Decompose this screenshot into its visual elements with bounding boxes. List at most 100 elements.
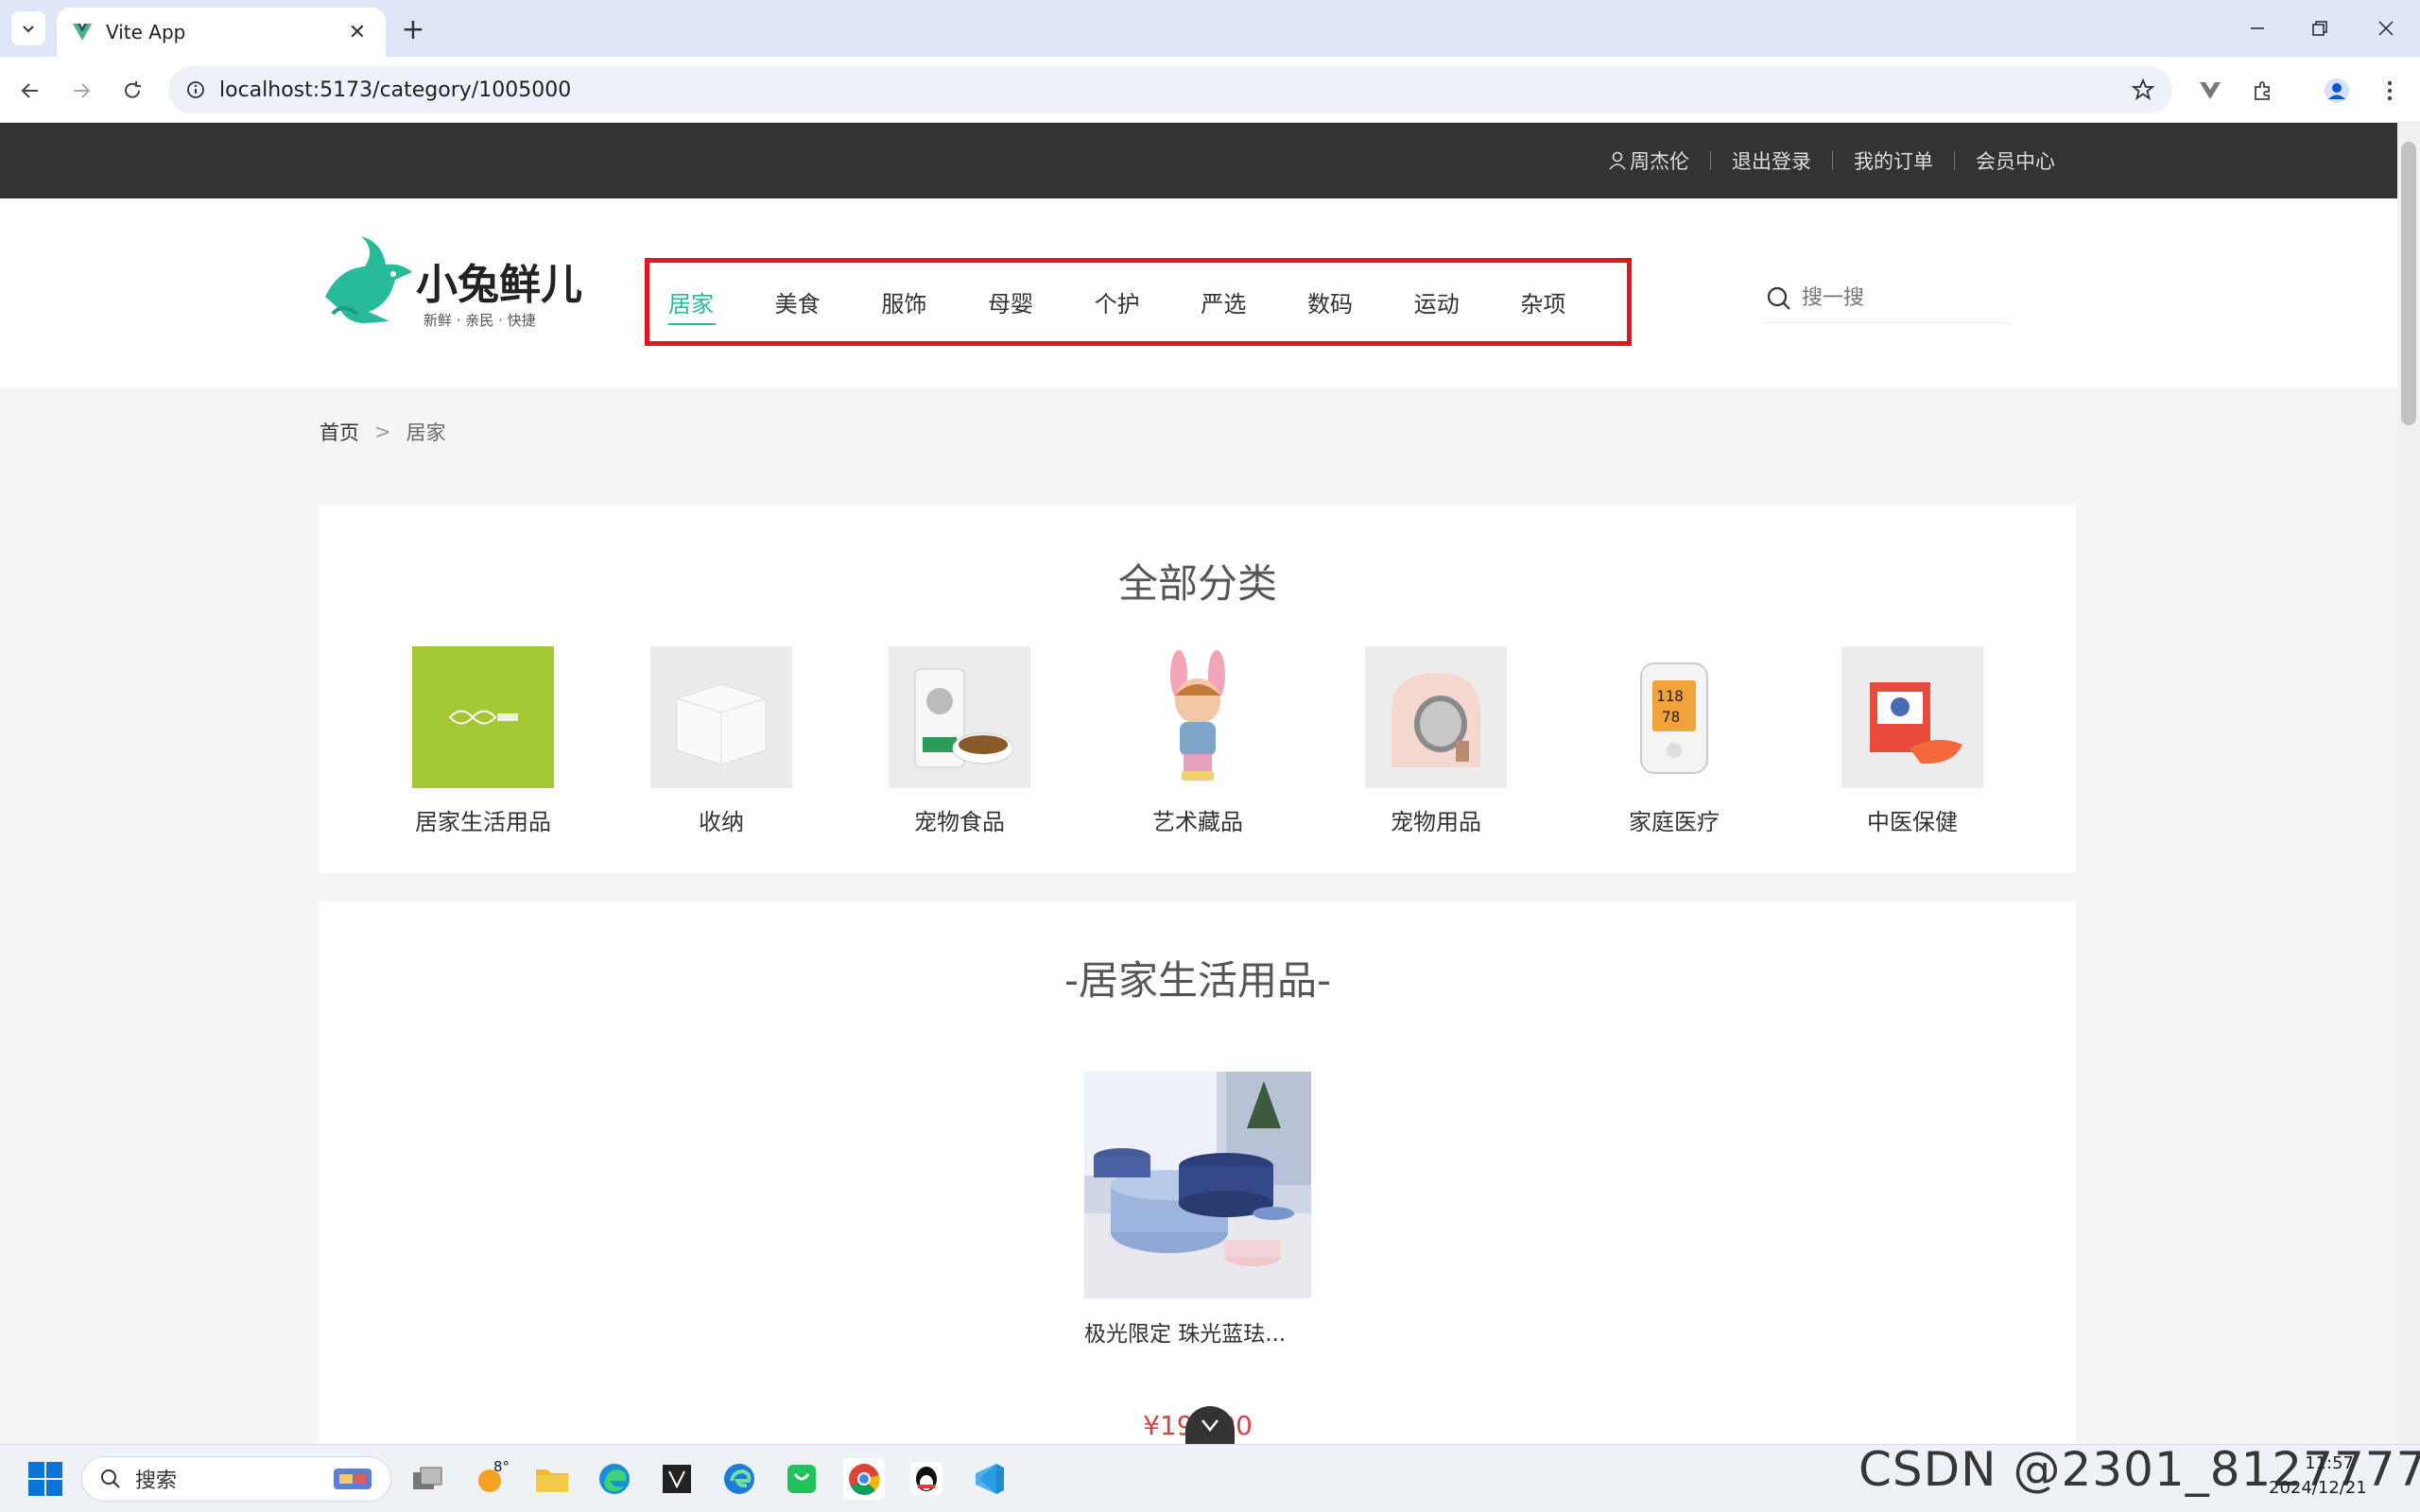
arrow-right-icon (74, 83, 91, 98)
browser-tab[interactable]: Vite App ✕ (57, 8, 386, 57)
site-search (1766, 274, 2008, 323)
category-label: 收纳 (699, 809, 744, 835)
ide-icon (663, 1465, 691, 1493)
my-orders-link[interactable]: 我的订单 (1833, 146, 1954, 175)
new-tab-button[interactable]: + (397, 13, 429, 46)
category-item[interactable]: 宠物用品 (1365, 646, 1603, 836)
taskbar-search[interactable]: 搜索 (81, 1456, 391, 1502)
windows-logo-icon (28, 1462, 62, 1496)
tab-search-button[interactable] (11, 11, 45, 45)
category-thumbnail (1365, 646, 1507, 788)
edge-icon (599, 1464, 630, 1494)
category-label: 居家生活用品 (415, 809, 551, 835)
nav-item-apparel[interactable]: 服饰 (881, 285, 988, 318)
subcategory-title: -居家生活用品- (1063, 957, 1332, 1004)
task-view-button[interactable] (406, 1458, 448, 1500)
site-header: 小兔鲜儿 新鲜 · 亲民 · 快捷 居家 美食 服饰 母婴 个护 严选 数码 运… (0, 198, 2397, 387)
category-item[interactable]: 宠物食品 (889, 646, 1127, 836)
rabbit-logo-icon: 小兔鲜儿 新鲜 · 亲民 · 快捷 (325, 236, 582, 329)
file-explorer-app[interactable] (531, 1458, 573, 1500)
bookmark-star-icon[interactable] (2131, 77, 2155, 102)
minimize-button[interactable] (2235, 9, 2280, 47)
logo-subtitle: 新鲜 · 亲民 · 快捷 (424, 312, 536, 329)
tab-close-button[interactable]: ✕ (344, 19, 371, 45)
category-item[interactable]: 收纳 (650, 646, 889, 836)
vscode-icon (976, 1464, 1004, 1494)
nav-item-sports[interactable]: 运动 (1414, 285, 1521, 318)
profile-button[interactable] (2318, 72, 2356, 110)
page-scrollbar[interactable] (2397, 123, 2420, 1444)
qq-app[interactable] (906, 1458, 947, 1500)
vue-devtools-icon (2200, 82, 2221, 99)
breadcrumb-home[interactable]: 首页 (320, 418, 359, 446)
category-label: 中医保健 (1867, 809, 1958, 835)
category-item[interactable]: 艺术藏品 (1127, 646, 1365, 836)
vscode-app[interactable] (968, 1458, 1010, 1500)
ide-app[interactable] (656, 1458, 698, 1500)
vue-devtools-extension[interactable] (2191, 72, 2229, 110)
arrow-left-icon (21, 83, 38, 98)
breadcrumb-separator: > (374, 421, 391, 443)
category-item[interactable]: 居家生活用品 (412, 646, 650, 836)
nav-item-digital[interactable]: 数码 (1307, 285, 1414, 318)
search-icon (101, 1469, 120, 1488)
extensions-button[interactable] (2244, 72, 2282, 110)
subcategory-panel: -居家生活用品- 极光限定 珠光蓝珐... (320, 902, 2076, 1444)
shopping-app[interactable] (781, 1458, 822, 1500)
category-item[interactable]: 中医保健 (1841, 646, 2080, 836)
taskbar-search-label: 搜索 (135, 1469, 178, 1493)
goods-thumbnail (1084, 1072, 1311, 1298)
art-figurine-image (1127, 646, 1269, 788)
kebab-menu-icon (2387, 80, 2393, 101)
nav-item-misc[interactable]: 杂项 (1520, 285, 1627, 318)
category-label: 宠物食品 (914, 809, 1005, 835)
breadcrumb-current: 居家 (406, 421, 446, 444)
clock-date: 2024/12/21 (2269, 1478, 2367, 1498)
nav-item-personal-care[interactable]: 个护 (1095, 285, 1201, 318)
goods-card[interactable]: 极光限定 珠光蓝珐... ¥199.00 (1084, 1072, 1311, 1441)
search-icon (1767, 286, 1790, 310)
category-item[interactable]: 118 78 家庭医疗 (1603, 646, 1841, 836)
user-icon (1609, 151, 1626, 170)
back-button[interactable] (11, 72, 49, 110)
logout-link[interactable]: 退出登录 (1711, 146, 1832, 175)
site-logo[interactable]: 小兔鲜儿 新鲜 · 亲民 · 快捷 (320, 231, 603, 335)
info-icon[interactable] (185, 79, 206, 100)
nav-item-food[interactable]: 美食 (775, 285, 882, 318)
nav-item-home[interactable]: 居家 (668, 285, 775, 325)
pet-supplies-image (1365, 646, 1507, 788)
browser-toolbar: localhost:5173/category/1005000 (0, 57, 2420, 123)
restore-button[interactable] (2297, 9, 2342, 47)
breadcrumb: 首页 > 居家 (320, 418, 446, 446)
nav-item-selection[interactable]: 严选 (1201, 285, 1307, 318)
reload-button[interactable] (113, 72, 151, 110)
address-bar[interactable]: localhost:5173/category/1005000 (168, 66, 2172, 113)
avatar-icon (2325, 78, 2349, 103)
start-button[interactable] (26, 1460, 64, 1498)
chrome-icon (849, 1464, 880, 1495)
category-thumbnail (650, 646, 792, 788)
search-input[interactable] (1802, 286, 1991, 310)
tab-title: Vite App (106, 21, 186, 43)
edge-app[interactable] (594, 1458, 635, 1500)
task-view-icon (413, 1467, 442, 1489)
category-nav: 居家 美食 服饰 母婴 个护 严选 数码 运动 杂项 (645, 258, 1632, 346)
browser-menu-button[interactable] (2371, 72, 2409, 110)
url-text[interactable]: localhost:5173/category/1005000 (219, 78, 2131, 102)
logo-title: 小兔鲜儿 (416, 261, 582, 309)
pet-food-image (889, 646, 1030, 788)
nav-item-baby[interactable]: 母婴 (988, 285, 1095, 318)
topbar-links: 周杰伦 退出登录 我的订单 会员中心 (1588, 123, 2076, 198)
user-link[interactable]: 周杰伦 (1588, 146, 1710, 175)
forward-button[interactable] (62, 72, 100, 110)
close-window-button[interactable] (2363, 9, 2409, 47)
scrollbar-thumb[interactable] (2401, 142, 2416, 425)
category-thumbnail (889, 646, 1030, 788)
edge-ai-app[interactable] (718, 1458, 760, 1500)
restore-icon (2312, 21, 2327, 36)
system-clock[interactable]: 11:57 2024/12/21 (2269, 1452, 2367, 1501)
category-thumbnail (1127, 646, 1269, 788)
weather-widget[interactable]: 8° (469, 1458, 510, 1500)
chrome-app[interactable] (843, 1458, 885, 1500)
member-center-link[interactable]: 会员中心 (1955, 146, 2076, 175)
